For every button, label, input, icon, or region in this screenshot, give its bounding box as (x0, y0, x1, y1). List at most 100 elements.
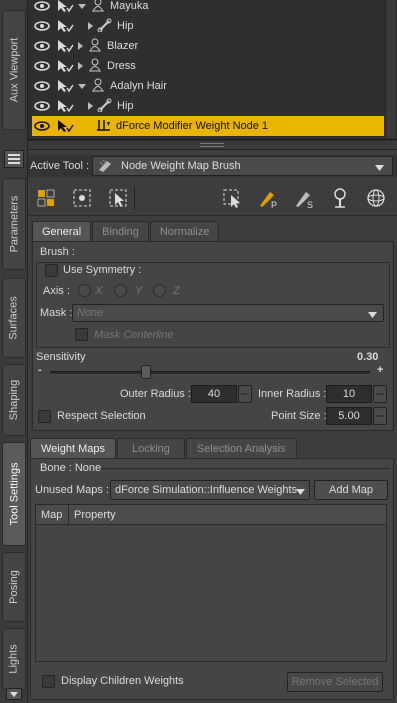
tab-label: Surfaces (8, 296, 21, 340)
tab-selection-analysis[interactable]: Selection Analysis (185, 438, 297, 458)
active-tool-bar: Active Tool : Node Weight Map Brush (28, 155, 397, 177)
tab-posing[interactable]: Posing (2, 552, 26, 622)
svg-text:P: P (271, 200, 277, 210)
axis-z-radio[interactable] (153, 284, 166, 297)
axis-x-radio[interactable] (78, 284, 91, 297)
tree-row[interactable]: Hip (32, 96, 384, 116)
collapse-arrow-icon[interactable] (78, 62, 83, 70)
column-header-map[interactable]: Map (41, 509, 62, 521)
tree-row[interactable]: Hip (32, 16, 384, 36)
axis-y-radio[interactable] (114, 284, 127, 297)
selectable-icon[interactable] (56, 119, 74, 133)
unused-maps-dropdown[interactable]: dForce Simulation::Influence Weights (110, 480, 310, 500)
tab-weight-maps[interactable]: Weight Maps (30, 438, 116, 458)
sensitivity-slider[interactable] (50, 371, 370, 374)
pane-options-icon[interactable] (4, 150, 24, 168)
tab-label: Lights (8, 644, 21, 674)
tree-row[interactable]: Mayuka (32, 0, 384, 16)
tree-row-label: Dress (107, 60, 136, 72)
tab-tool-settings[interactable]: Tool Settings (2, 442, 26, 546)
scroll-down-icon[interactable] (6, 688, 22, 700)
tab-parameters[interactable]: Parameters (2, 178, 26, 270)
scene-scrollbar[interactable] (385, 0, 395, 138)
tree-row[interactable]: Adalyn Hair (32, 76, 384, 96)
outer-radius-field[interactable]: 40 (191, 385, 237, 403)
add-map-button[interactable]: Add Map (314, 480, 388, 500)
tab-general[interactable]: General (32, 221, 92, 241)
tab-lights[interactable]: Lights (2, 628, 26, 690)
selectable-icon[interactable] (56, 19, 74, 33)
collapse-arrow-icon[interactable] (88, 22, 93, 30)
eye-icon[interactable] (34, 40, 50, 52)
tab-label: Tool Settings (8, 462, 21, 526)
tab-label: Posing (8, 570, 21, 604)
remove-selected-button[interactable]: Remove Selected (287, 672, 383, 692)
collapse-arrow-icon[interactable] (88, 102, 93, 110)
tree-row[interactable]: Blazer (32, 36, 384, 56)
tab-aux-viewport[interactable]: Aux Viewport (2, 10, 26, 130)
minus-icon[interactable]: - (38, 364, 42, 376)
smooth-brush-icon[interactable]: S (292, 186, 316, 210)
tree-row-label: Mayuka (110, 0, 149, 12)
figure-icon (90, 0, 106, 15)
point-size-label: Point Size : (271, 410, 327, 422)
bone-icon (97, 98, 113, 115)
tool-toolbar: P S (28, 180, 397, 216)
sensitivity-slider-thumb[interactable] (141, 365, 151, 379)
unused-maps-label: Unused Maps : (35, 484, 109, 496)
sensitivity-value: 0.30 (357, 351, 379, 363)
node-weight-brush-icon (97, 158, 115, 175)
column-header-property[interactable]: Property (74, 509, 116, 521)
eye-icon[interactable] (34, 100, 50, 112)
eye-icon[interactable] (34, 60, 50, 72)
expand-arrow-icon[interactable] (78, 83, 86, 89)
collapse-arrow-icon[interactable] (78, 42, 83, 50)
selectable-icon[interactable] (56, 39, 74, 53)
dropdown-arrow-icon (368, 310, 377, 322)
pane-splitter[interactable] (28, 141, 397, 150)
axis-y-label: Y (135, 285, 143, 297)
selectable-icon[interactable] (56, 99, 74, 113)
probe-icon[interactable] (328, 186, 352, 210)
selectable-icon[interactable] (56, 59, 74, 73)
selectable-icon[interactable] (56, 79, 74, 93)
paint-brush-icon[interactable]: P (256, 186, 280, 210)
splitter-grip-icon (200, 143, 224, 147)
point-size-spinner[interactable] (373, 407, 387, 425)
outer-radius-spinner[interactable] (238, 385, 252, 403)
mask-centerline-checkbox[interactable] (75, 328, 88, 341)
eye-icon[interactable] (34, 80, 50, 92)
sphere-icon[interactable] (364, 186, 388, 210)
bone-icon (97, 18, 113, 35)
dropdown-arrow-icon (296, 487, 305, 499)
weight-map-icon[interactable] (220, 186, 244, 210)
figure-icon (87, 38, 103, 55)
tab-shaping[interactable]: Shaping (2, 364, 26, 436)
eye-icon[interactable] (34, 0, 50, 12)
point-size-field[interactable]: 5.00 (326, 407, 372, 425)
use-symmetry-checkbox[interactable] (45, 264, 58, 277)
eye-icon[interactable] (34, 20, 50, 32)
selectable-icon[interactable] (56, 0, 74, 13)
inner-radius-spinner[interactable] (373, 385, 387, 403)
tab-binding[interactable]: Binding (92, 221, 149, 241)
svg-text:S: S (307, 200, 313, 210)
select-icon[interactable] (34, 186, 58, 210)
tree-row-label: Blazer (107, 40, 139, 52)
tab-locking[interactable]: Locking (117, 438, 185, 458)
active-tool-dropdown[interactable]: Node Weight Map Brush (92, 156, 393, 176)
display-children-checkbox[interactable] (42, 675, 55, 688)
node-select-icon[interactable] (70, 186, 94, 210)
tree-row-selected[interactable]: dForce Modifier Weight Node 1 (32, 116, 384, 136)
expand-arrow-icon[interactable] (78, 3, 86, 9)
mask-dropdown[interactable]: None (72, 304, 384, 322)
tab-surfaces[interactable]: Surfaces (2, 278, 26, 358)
region-select-icon[interactable] (106, 186, 130, 210)
tab-normalize[interactable]: Normalize (149, 221, 220, 241)
tree-row[interactable]: Dress (32, 56, 384, 76)
respect-selection-checkbox[interactable] (38, 410, 51, 423)
side-tab-bar: Aux Viewport Parameters Surfaces Shaping… (0, 0, 28, 703)
plus-icon[interactable]: + (377, 364, 383, 376)
eye-icon[interactable] (34, 120, 50, 132)
inner-radius-field[interactable]: 10 (326, 385, 372, 403)
